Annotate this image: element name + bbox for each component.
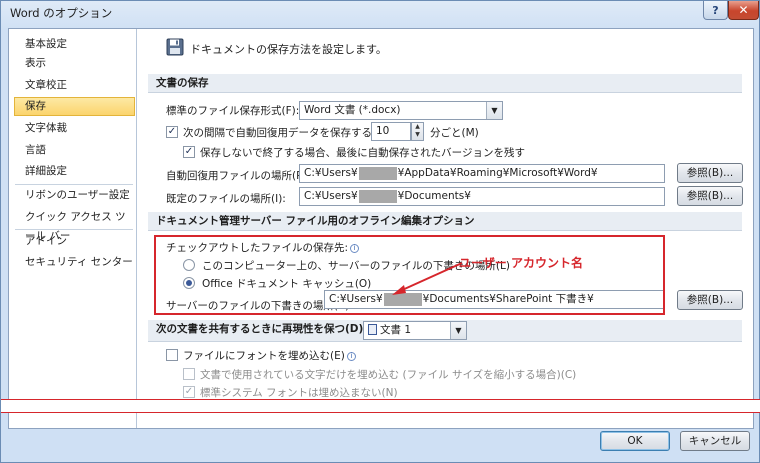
browse-default-button[interactable]: 参照(B)... bbox=[677, 186, 743, 206]
close-button[interactable]: ✕ bbox=[728, 1, 759, 20]
sidebar-item-save[interactable]: 保存 bbox=[14, 97, 135, 116]
sidebar-item-customize-ribbon[interactable]: リボンのユーザー設定 bbox=[14, 186, 135, 205]
help-button[interactable]: ? bbox=[703, 1, 728, 20]
file-format-value: Word 文書 (*.docx) bbox=[304, 104, 401, 116]
path-prefix: C:¥Users¥ bbox=[304, 167, 358, 179]
sidebar-divider bbox=[15, 184, 133, 185]
help-icon: ? bbox=[712, 3, 719, 17]
path-prefix: C:¥Users¥ bbox=[304, 190, 358, 202]
embed-used-chars-checkbox[interactable] bbox=[183, 368, 195, 380]
chevron-down-icon: ▼ bbox=[486, 102, 502, 119]
ok-button[interactable]: OK bbox=[600, 431, 670, 451]
default-location-label: 既定のファイルの場所(I): bbox=[166, 193, 286, 205]
spin-down-icon: ▼ bbox=[415, 131, 420, 138]
cancel-button[interactable]: キャンセル bbox=[680, 431, 750, 451]
save-options-panel: ドキュメントの保存方法を設定します。 文書の保存 標準のファイル保存形式(F):… bbox=[138, 29, 753, 428]
sidebar-item-language[interactable]: 言語 bbox=[14, 141, 135, 160]
sidebar-item-general[interactable]: 基本設定 bbox=[14, 35, 135, 54]
no-system-fonts-label: 標準システム フォントは埋め込まない(N) bbox=[200, 387, 398, 399]
keep-last-autosave-label: 保存しないで終了する場合、最後に自動保存されたバージョンを残す bbox=[200, 147, 525, 159]
browse-autorecover-button[interactable]: 参照(B)... bbox=[677, 163, 743, 183]
annotation-label: ユーザー アカウント名 bbox=[459, 256, 583, 270]
close-icon: ✕ bbox=[738, 3, 749, 17]
section-save-documents: 文書の保存 bbox=[148, 74, 742, 93]
annotation-arrow-icon bbox=[392, 262, 463, 295]
fidelity-document-value: 文書 1 bbox=[380, 324, 412, 336]
redacted-username bbox=[358, 166, 397, 180]
autorecover-location-input[interactable]: C:¥Users¥ ¥AppData¥Roaming¥Microsoft¥Word… bbox=[299, 164, 665, 183]
section-offline-editing: ドキュメント管理サーバー ファイル用のオフライン編集オプション bbox=[148, 212, 742, 231]
autorecover-location-label: 自動回復用ファイルの場所(R): bbox=[166, 170, 312, 182]
sidebar-item-display[interactable]: 表示 bbox=[14, 54, 135, 73]
embed-fonts-text: ファイルにフォントを埋め込む(E) bbox=[183, 350, 345, 362]
minutes-unit-label: 分ごと(M) bbox=[430, 127, 479, 139]
chevron-down-icon: ▼ bbox=[450, 322, 466, 339]
sidebar-item-advanced[interactable]: 詳細設定 bbox=[14, 162, 135, 181]
redacted-username bbox=[358, 189, 397, 203]
info-icon: i bbox=[346, 352, 356, 361]
no-system-fonts-checkbox[interactable]: ✓ bbox=[183, 386, 195, 398]
keep-last-autosave-checkbox[interactable]: ✓ bbox=[183, 146, 195, 158]
redacted-strip bbox=[1, 399, 760, 413]
sidebar-item-addins[interactable]: アドイン bbox=[14, 232, 135, 251]
save-disk-icon bbox=[166, 38, 184, 56]
autorecover-checkbox[interactable]: ✓ bbox=[166, 126, 178, 138]
path-suffix: ¥Documents¥ bbox=[397, 190, 471, 202]
minutes-spinner[interactable]: ▲ ▼ bbox=[411, 122, 424, 141]
dialog-footer: OK キャンセル bbox=[1, 413, 759, 463]
options-window: Word のオプション ? ✕ 基本設定 表示 文章校正 保存 文字体裁 言語 … bbox=[0, 0, 760, 463]
fidelity-heading: 次の文書を共有するときに再現性を保つ(D): bbox=[156, 323, 368, 335]
title-bar[interactable]: Word のオプション ? ✕ bbox=[1, 1, 759, 25]
dialog-client: 基本設定 表示 文章校正 保存 文字体裁 言語 詳細設定 リボンのユーザー設定 … bbox=[8, 28, 754, 429]
file-format-select[interactable]: Word 文書 (*.docx) ▼ bbox=[299, 101, 503, 120]
sidebar-item-proofing[interactable]: 文章校正 bbox=[14, 76, 135, 95]
autorecover-minutes-input[interactable]: 10 bbox=[371, 122, 411, 141]
file-format-label: 標準のファイル保存形式(F): bbox=[166, 105, 300, 117]
path-suffix: ¥AppData¥Roaming¥Microsoft¥Word¥ bbox=[397, 167, 598, 179]
page-heading: ドキュメントの保存方法を設定します。 bbox=[190, 43, 387, 56]
sidebar-divider bbox=[15, 229, 133, 230]
autorecover-label: 次の間隔で自動回復用データを保存する(A): bbox=[183, 127, 391, 139]
sidebar-item-quick-access-toolbar[interactable]: クイック アクセス ツール バー bbox=[14, 208, 135, 242]
fidelity-document-select[interactable]: 文書 1 ▼ bbox=[363, 321, 467, 340]
autorecover-minutes-value: 10 bbox=[376, 125, 390, 137]
browse-drafts-button[interactable]: 参照(B)... bbox=[677, 290, 743, 310]
category-sidebar: 基本設定 表示 文章校正 保存 文字体裁 言語 詳細設定 リボンのユーザー設定 … bbox=[9, 29, 137, 428]
embed-used-chars-label: 文書で使用されている文字だけを埋め込む (ファイル サイズを縮小する場合)(C) bbox=[200, 369, 577, 381]
document-icon bbox=[368, 324, 377, 335]
embed-fonts-label: ファイルにフォントを埋め込む(E) i bbox=[183, 348, 356, 363]
sidebar-item-trust-center[interactable]: セキュリティ センター bbox=[14, 253, 135, 272]
spin-up-icon: ▲ bbox=[415, 123, 420, 130]
window-title: Word のオプション bbox=[10, 6, 113, 20]
default-location-input[interactable]: C:¥Users¥ ¥Documents¥ bbox=[299, 187, 665, 206]
sidebar-item-typography[interactable]: 文字体裁 bbox=[14, 119, 135, 138]
embed-fonts-checkbox[interactable] bbox=[166, 349, 178, 361]
